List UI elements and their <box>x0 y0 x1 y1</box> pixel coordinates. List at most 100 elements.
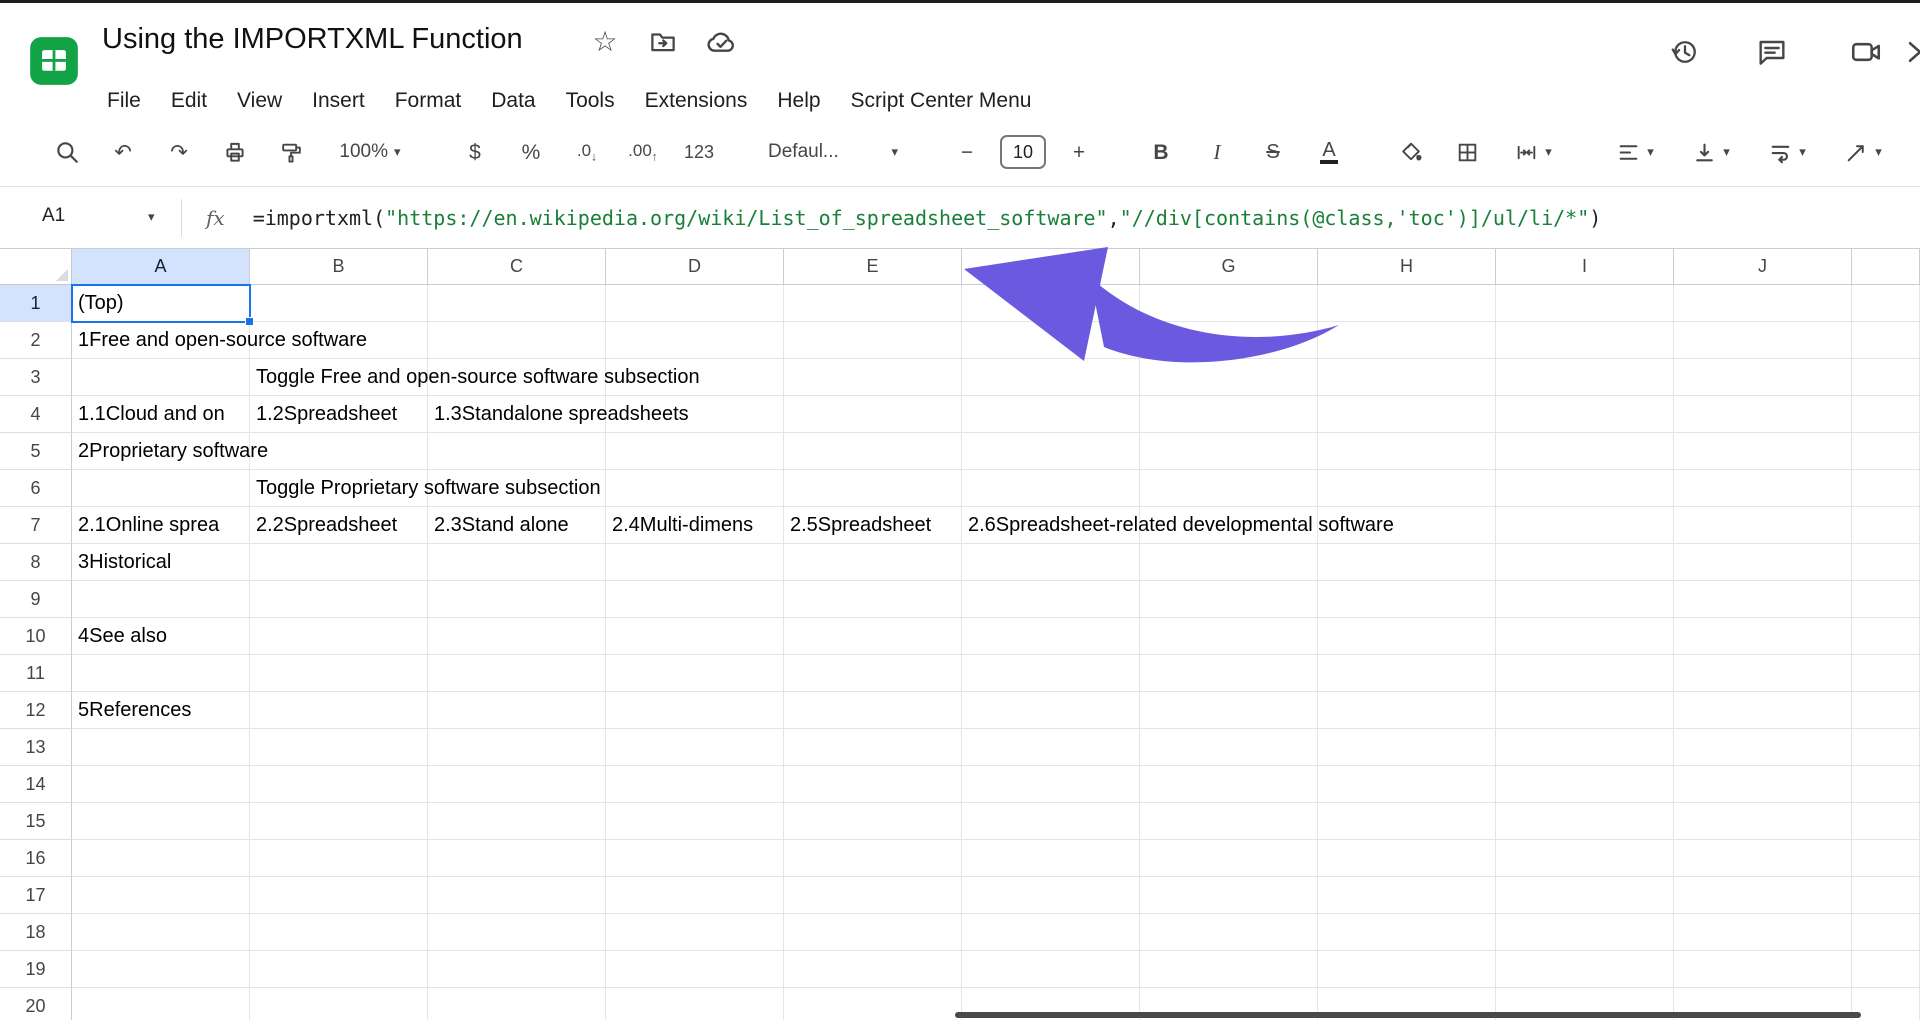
cell-D17[interactable] <box>606 877 784 914</box>
cell-J5[interactable] <box>1674 433 1852 470</box>
move-folder-button[interactable] <box>646 25 680 59</box>
cell-J16[interactable] <box>1674 840 1852 877</box>
cell-E3[interactable] <box>784 359 962 396</box>
row-header-4[interactable]: 4 <box>0 396 72 433</box>
increase-decimal-button[interactable]: .00↑ <box>620 129 666 175</box>
cell-I13[interactable] <box>1496 729 1674 766</box>
cell-D19[interactable] <box>606 951 784 988</box>
cell-H9[interactable] <box>1318 581 1496 618</box>
row-header-1[interactable]: 1 <box>0 285 72 322</box>
zoom-selector[interactable]: 100% ▾ <box>324 129 416 175</box>
cell-A2[interactable]: 1Free and open-source software <box>72 322 367 359</box>
cell-G18[interactable] <box>1140 914 1318 951</box>
cell-H17[interactable] <box>1318 877 1496 914</box>
cell-H5[interactable] <box>1318 433 1496 470</box>
cell-G10[interactable] <box>1140 618 1318 655</box>
cell-J19[interactable] <box>1674 951 1852 988</box>
cell-D13[interactable] <box>606 729 784 766</box>
cell-A13[interactable] <box>72 729 250 766</box>
cell-G17[interactable] <box>1140 877 1318 914</box>
menu-view[interactable]: View <box>222 85 297 117</box>
cell-C19[interactable] <box>428 951 606 988</box>
vertical-align-button[interactable]: ▾ <box>1678 129 1744 175</box>
cell-clipped-15[interactable] <box>1852 803 1920 840</box>
row-header-10[interactable]: 10 <box>0 618 72 655</box>
cell-E16[interactable] <box>784 840 962 877</box>
cell-E12[interactable] <box>784 692 962 729</box>
row-header-17[interactable]: 17 <box>0 877 72 914</box>
cell-D9[interactable] <box>606 581 784 618</box>
star-button[interactable]: ☆ <box>588 25 622 59</box>
cell-A10[interactable]: 4See also <box>72 618 250 655</box>
cell-F7[interactable]: 2.6Spreadsheet-related developmental sof… <box>962 507 1394 544</box>
cell-D12[interactable] <box>606 692 784 729</box>
menu-insert[interactable]: Insert <box>297 85 380 117</box>
cell-clipped-17[interactable] <box>1852 877 1920 914</box>
cell-B5[interactable] <box>250 433 428 470</box>
cell-J7[interactable] <box>1674 507 1852 544</box>
cell-G9[interactable] <box>1140 581 1318 618</box>
cell-C16[interactable] <box>428 840 606 877</box>
cell-F8[interactable] <box>962 544 1140 581</box>
column-header-I[interactable]: I <box>1496 249 1674 285</box>
cell-E9[interactable] <box>784 581 962 618</box>
cell-C2[interactable] <box>428 322 606 359</box>
cell-C14[interactable] <box>428 766 606 803</box>
font-size-input[interactable]: 10 <box>1000 135 1046 169</box>
increase-font-size-button[interactable]: + <box>1056 129 1102 175</box>
cell-I5[interactable] <box>1496 433 1674 470</box>
column-header-E[interactable]: E <box>784 249 962 285</box>
row-header-7[interactable]: 7 <box>0 507 72 544</box>
row-header-6[interactable]: 6 <box>0 470 72 507</box>
row-header-13[interactable]: 13 <box>0 729 72 766</box>
text-color-button[interactable]: A <box>1306 129 1352 175</box>
cell-F11[interactable] <box>962 655 1140 692</box>
cell-C15[interactable] <box>428 803 606 840</box>
cell-J13[interactable] <box>1674 729 1852 766</box>
cell-A3[interactable] <box>72 359 250 396</box>
cell-B19[interactable] <box>250 951 428 988</box>
italic-button[interactable]: I <box>1194 129 1240 175</box>
cell-A16[interactable] <box>72 840 250 877</box>
merge-cells-button[interactable]: ▾ <box>1500 129 1566 175</box>
strikethrough-button[interactable]: S <box>1250 129 1296 175</box>
cell-G16[interactable] <box>1140 840 1318 877</box>
select-all-corner[interactable] <box>0 249 72 285</box>
cell-B8[interactable] <box>250 544 428 581</box>
cell-I2[interactable] <box>1496 322 1674 359</box>
cell-D6[interactable] <box>606 470 784 507</box>
cell-G4[interactable] <box>1140 396 1318 433</box>
cell-B18[interactable] <box>250 914 428 951</box>
cell-J12[interactable] <box>1674 692 1852 729</box>
cell-E19[interactable] <box>784 951 962 988</box>
menu-format[interactable]: Format <box>380 85 477 117</box>
cell-E2[interactable] <box>784 322 962 359</box>
cell-I6[interactable] <box>1496 470 1674 507</box>
cell-D2[interactable] <box>606 322 784 359</box>
currency-format-button[interactable]: $ <box>452 129 498 175</box>
cell-clipped-14[interactable] <box>1852 766 1920 803</box>
cell-I1[interactable] <box>1496 285 1674 322</box>
cell-F15[interactable] <box>962 803 1140 840</box>
cell-clipped-4[interactable] <box>1852 396 1920 433</box>
cell-C20[interactable] <box>428 988 606 1020</box>
cell-J3[interactable] <box>1674 359 1852 396</box>
cell-I10[interactable] <box>1496 618 1674 655</box>
row-header-9[interactable]: 9 <box>0 581 72 618</box>
cell-H6[interactable] <box>1318 470 1496 507</box>
cell-H14[interactable] <box>1318 766 1496 803</box>
text-wrap-button[interactable]: ▾ <box>1754 129 1820 175</box>
cell-H13[interactable] <box>1318 729 1496 766</box>
fill-color-button[interactable] <box>1388 129 1434 175</box>
cell-I11[interactable] <box>1496 655 1674 692</box>
column-header-B[interactable]: B <box>250 249 428 285</box>
row-header-16[interactable]: 16 <box>0 840 72 877</box>
row-header-12[interactable]: 12 <box>0 692 72 729</box>
cell-G12[interactable] <box>1140 692 1318 729</box>
cell-G6[interactable] <box>1140 470 1318 507</box>
redo-button[interactable]: ↷ <box>156 129 202 175</box>
cell-H11[interactable] <box>1318 655 1496 692</box>
cell-F18[interactable] <box>962 914 1140 951</box>
cell-D11[interactable] <box>606 655 784 692</box>
menu-help[interactable]: Help <box>762 85 835 117</box>
